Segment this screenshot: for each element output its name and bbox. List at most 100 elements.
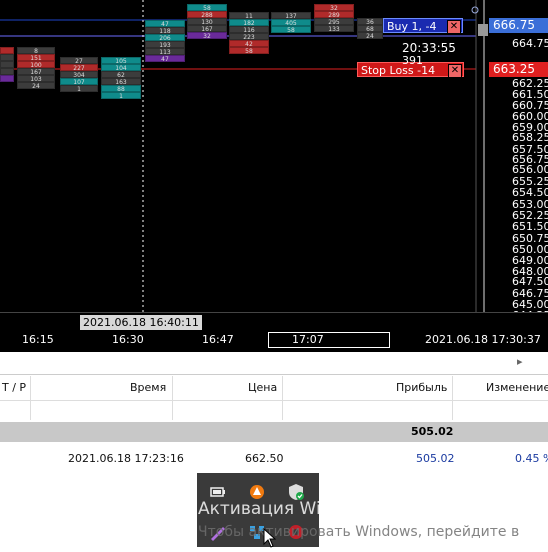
cluster-cell: [0, 75, 14, 82]
cluster-cell: 116: [229, 26, 269, 34]
cluster-cell: 405: [271, 19, 311, 27]
time-label: 16:47: [202, 333, 234, 346]
cluster-cell: [0, 68, 14, 75]
cluster-cell: 100: [17, 61, 55, 69]
cluster-cell: 42: [229, 40, 269, 48]
cluster-cell: 163: [101, 78, 141, 86]
table-total-row: 505.02: [0, 422, 548, 442]
cluster-cell: 11: [229, 12, 269, 20]
cluster-cell: 288: [187, 11, 227, 19]
column-header-profit[interactable]: Прибыль: [396, 377, 447, 399]
time-box: [268, 332, 390, 348]
cluster-cell: 47: [145, 20, 185, 28]
tick-count: 391: [402, 54, 423, 67]
cluster-cell: 206: [145, 34, 185, 42]
cluster-cell: 289: [314, 11, 354, 19]
buy-order-label: Buy 1, -4: [387, 20, 437, 33]
cluster-cell: 24: [17, 82, 55, 90]
cluster-cell: 32: [187, 32, 227, 40]
cluster-cell: 223: [229, 33, 269, 41]
column-header-time[interactable]: Время: [130, 377, 166, 399]
crosshair-marker-icon: [471, 6, 479, 14]
cluster-cell: 133: [314, 25, 354, 33]
buy-order-tag[interactable]: Buy 1, -4 ✕: [383, 18, 463, 34]
cluster-cell: 1: [101, 92, 141, 100]
cluster-cell: 24: [357, 32, 383, 40]
row-price: 662.50: [245, 452, 284, 465]
cluster-cell: 295: [314, 18, 354, 26]
cluster-cell: 107: [60, 78, 98, 86]
cluster-bar: [0, 47, 14, 82]
close-stop-loss-icon[interactable]: ✕: [448, 64, 462, 78]
cluster-cell: 104: [101, 64, 141, 72]
activation-watermark-title: Активация Windows: [198, 499, 376, 519]
price-axis-label: 656.00: [512, 163, 548, 176]
cluster-cell: [0, 47, 14, 54]
close-buy-order-icon[interactable]: ✕: [447, 20, 461, 34]
cluster-bar: 32 289 295 133: [314, 4, 354, 33]
price-axis-label: 651.50: [512, 220, 548, 233]
cluster-bar: 27 227 304 107 1: [60, 57, 98, 93]
cluster-cell: 137: [271, 12, 311, 20]
cluster-cell: 167: [187, 25, 227, 33]
cluster-cell: 68: [357, 25, 383, 33]
cluster-bar: 137 405 58: [271, 12, 311, 34]
stop-loss-label: Stop Loss -14: [361, 64, 436, 77]
activation-watermark-text: Чтобы активировать Windows, перейдите в: [198, 524, 520, 540]
cluster-cell: [0, 61, 14, 68]
price-axis-label: 664.75: [512, 37, 548, 50]
column-header-change[interactable]: Изменение: [486, 377, 548, 399]
cluster-cell: 88: [101, 85, 141, 93]
row-time: 2021.06.18 17:23:16: [68, 452, 184, 465]
price-axis-label: 658.25: [512, 131, 548, 144]
mouse-cursor-icon: [263, 527, 277, 552]
cluster-cell: 32: [314, 4, 354, 12]
cluster-bar: 11 182 116 223 42 58: [229, 12, 269, 55]
cluster-cell: 304: [60, 71, 98, 79]
cluster-bar: 58 288 130 167 32: [187, 4, 227, 40]
cluster-cell: 113: [145, 48, 185, 56]
cluster-cell: 58: [271, 26, 311, 34]
time-label: 16:30: [112, 333, 144, 346]
cluster-cell: 36: [357, 18, 383, 26]
price-axis-label: 647.50: [512, 275, 548, 288]
cluster-cell: 118: [145, 27, 185, 35]
table-row[interactable]: 2021.06.18 17:23:16 662.50 505.02 0.45 %: [0, 400, 548, 465]
crosshair-date-label: 2021.06.18 16:40:11: [80, 315, 202, 330]
cluster-cell: 47: [145, 55, 185, 63]
stop-price-tag: 663.25: [489, 62, 548, 77]
column-header-tp[interactable]: T / P: [2, 377, 26, 399]
cluster-cell: 8: [17, 47, 55, 55]
cluster-cell: 130: [187, 18, 227, 26]
price-axis-label: 654.50: [512, 186, 548, 199]
scroll-right-icon[interactable]: ▸: [517, 355, 523, 368]
cluster-cell: 58: [187, 4, 227, 12]
cluster-cell: 27: [60, 57, 98, 65]
buy-price-tag: 666.75: [489, 18, 548, 33]
cluster-bar: 47 118 206 193 113 47: [145, 20, 185, 63]
cluster-bar: 36 68 24: [357, 18, 383, 40]
total-profit: 505.02: [411, 425, 454, 438]
time-axis[interactable]: 2021.06.18 16:40:11 16:15 16:30 16:47 17…: [0, 312, 548, 352]
cluster-bar: 105 104 62 163 88 1: [101, 57, 141, 100]
row-change: 0.45 %: [515, 452, 548, 465]
cluster-cell: [0, 54, 14, 61]
cluster-cell: 58: [229, 47, 269, 55]
cluster-cell: 105: [101, 57, 141, 65]
time-label: 16:15: [22, 333, 54, 346]
cluster-cell: 182: [229, 19, 269, 27]
cluster-cell: 227: [60, 64, 98, 72]
cluster-bar: 8 151 100 167 103 24: [17, 47, 55, 90]
current-time-label: 2021.06.18 17:30:37: [425, 333, 541, 346]
cluster-cell: 1: [60, 85, 98, 93]
table-scroll-bar[interactable]: ▸: [0, 352, 548, 375]
column-header-price[interactable]: Цена: [248, 377, 277, 399]
cluster-cell: 62: [101, 71, 141, 79]
price-chart[interactable]: 8 151 100 167 103 24 27 227 304 107 1 105 104 62 163 88…: [0, 0, 548, 312]
cluster-cell: 193: [145, 41, 185, 49]
cluster-cell: 103: [17, 75, 55, 83]
position-marker-icon: [478, 24, 488, 36]
row-profit: 505.02: [416, 452, 455, 465]
cluster-cell: 167: [17, 68, 55, 76]
bar-timer: 20:33:55: [402, 41, 456, 55]
